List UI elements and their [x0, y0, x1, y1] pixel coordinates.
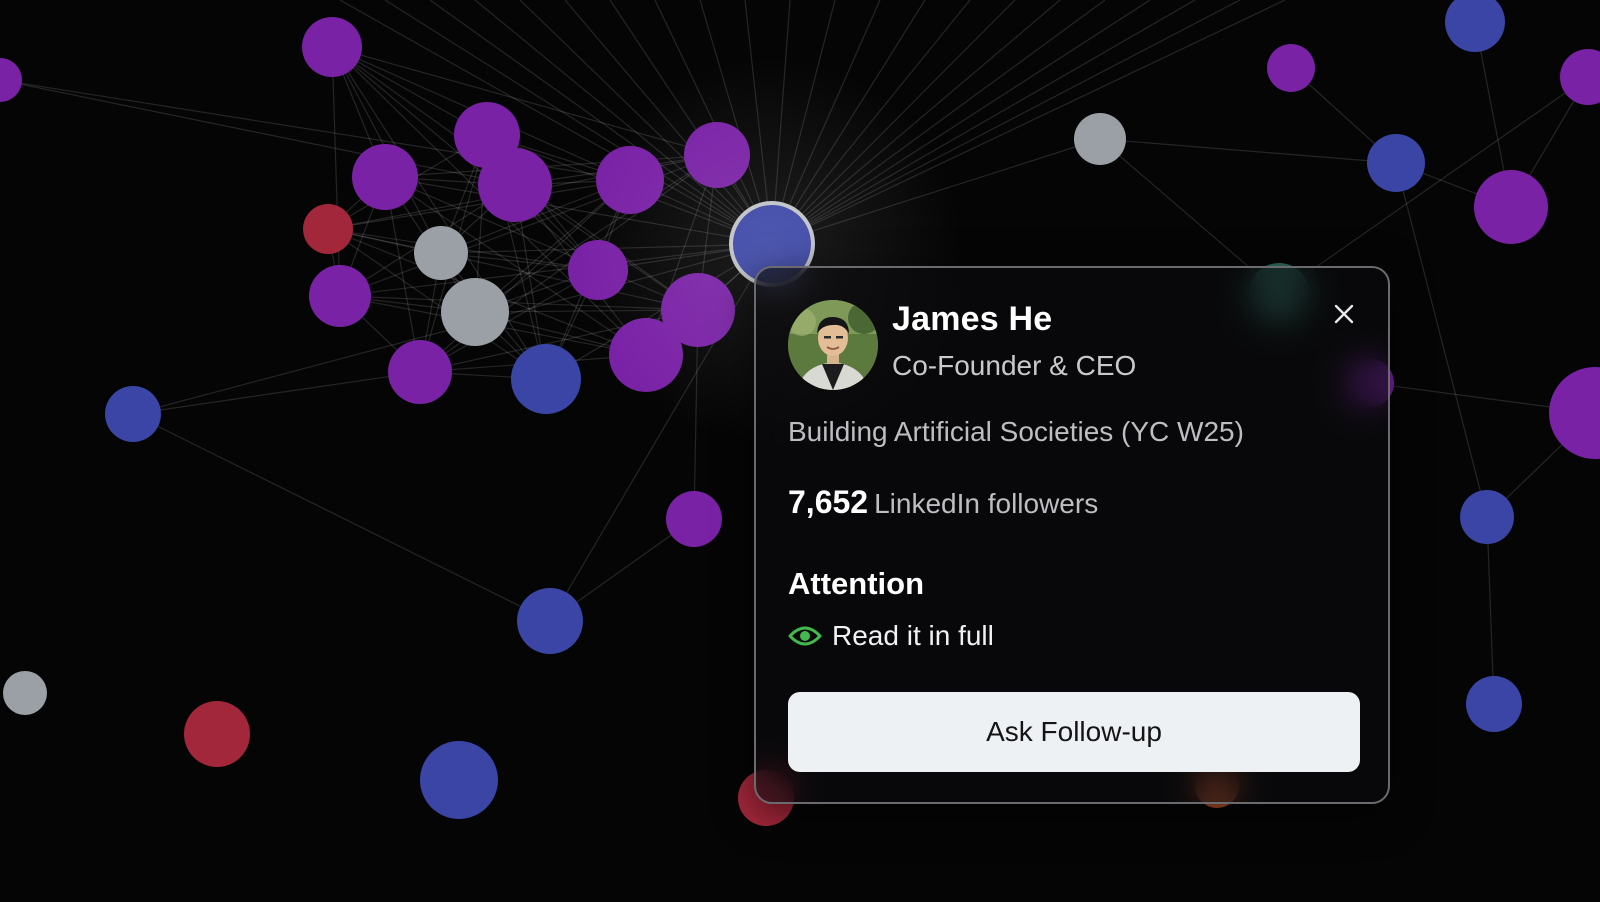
graph-edge: [1486, 516, 1495, 705]
follower-count: 7,652: [788, 484, 869, 520]
avatar: [788, 300, 878, 390]
profile-role: Co-Founder & CEO: [892, 350, 1137, 381]
graph-edge: [771, 0, 1196, 245]
graph-node[interactable]: [184, 701, 250, 767]
graph-node[interactable]: [684, 122, 750, 188]
graph-edge: [132, 413, 551, 622]
graph-edge: [771, 0, 1241, 245]
graph-node[interactable]: [1460, 490, 1514, 544]
graph-node[interactable]: [3, 671, 47, 715]
graph-edge: [771, 0, 1016, 245]
graph-node[interactable]: [352, 144, 418, 210]
graph-node[interactable]: [1074, 113, 1126, 165]
avatar-photo: [788, 300, 878, 390]
graph-edge: [1395, 162, 1488, 518]
graph-node[interactable]: [666, 491, 722, 547]
graph-edge: [771, 138, 1101, 245]
graph-node[interactable]: [1445, 0, 1505, 52]
graph-node[interactable]: [441, 278, 509, 346]
eye-icon: [788, 626, 822, 646]
follower-label: LinkedIn followers: [874, 488, 1099, 519]
graph-node[interactable]: [0, 58, 22, 102]
graph-node[interactable]: [478, 148, 552, 222]
graph-node[interactable]: [596, 146, 664, 214]
graph-edge: [132, 371, 421, 415]
attention-heading: Attention: [788, 566, 925, 601]
graph-node[interactable]: [303, 204, 353, 254]
graph-edge: [771, 0, 971, 245]
graph-node[interactable]: [1549, 367, 1600, 459]
graph-node[interactable]: [511, 344, 581, 414]
graph-node[interactable]: [517, 588, 583, 654]
graph-node[interactable]: [609, 318, 683, 392]
profile-tagline: Building Artificial Societies (YC W25): [788, 416, 1244, 447]
graph-edge: [1099, 138, 1397, 164]
close-icon: [1334, 304, 1354, 324]
follower-stats: 7,652 LinkedIn followers: [788, 484, 1098, 521]
graph-edge: [0, 79, 516, 186]
attention-status: Read it in full: [788, 620, 994, 652]
graph-node[interactable]: [1267, 44, 1315, 92]
graph-node[interactable]: [1466, 676, 1522, 732]
graph-node[interactable]: [420, 741, 498, 819]
graph-node[interactable]: [309, 265, 371, 327]
attention-status-text: Read it in full: [832, 620, 994, 651]
graph-edge: [1278, 76, 1589, 294]
profile-card: James He Co-Founder & CEO Building Artif…: [754, 266, 1390, 804]
graph-node[interactable]: [1560, 49, 1600, 105]
graph-node[interactable]: [105, 386, 161, 442]
graph-node[interactable]: [568, 240, 628, 300]
close-button[interactable]: [1328, 298, 1360, 330]
ask-follow-up-button[interactable]: Ask Follow-up: [788, 692, 1360, 772]
profile-name: James He: [892, 300, 1053, 338]
graph-node[interactable]: [414, 226, 468, 280]
graph-node[interactable]: [388, 340, 452, 404]
graph-node[interactable]: [1474, 170, 1548, 244]
graph-edge: [564, 0, 773, 245]
graph-edge: [771, 0, 1061, 245]
graph-edge: [331, 46, 718, 156]
graph-node[interactable]: [302, 17, 362, 77]
graph-edge: [771, 0, 1106, 245]
graph-node[interactable]: [1367, 134, 1425, 192]
